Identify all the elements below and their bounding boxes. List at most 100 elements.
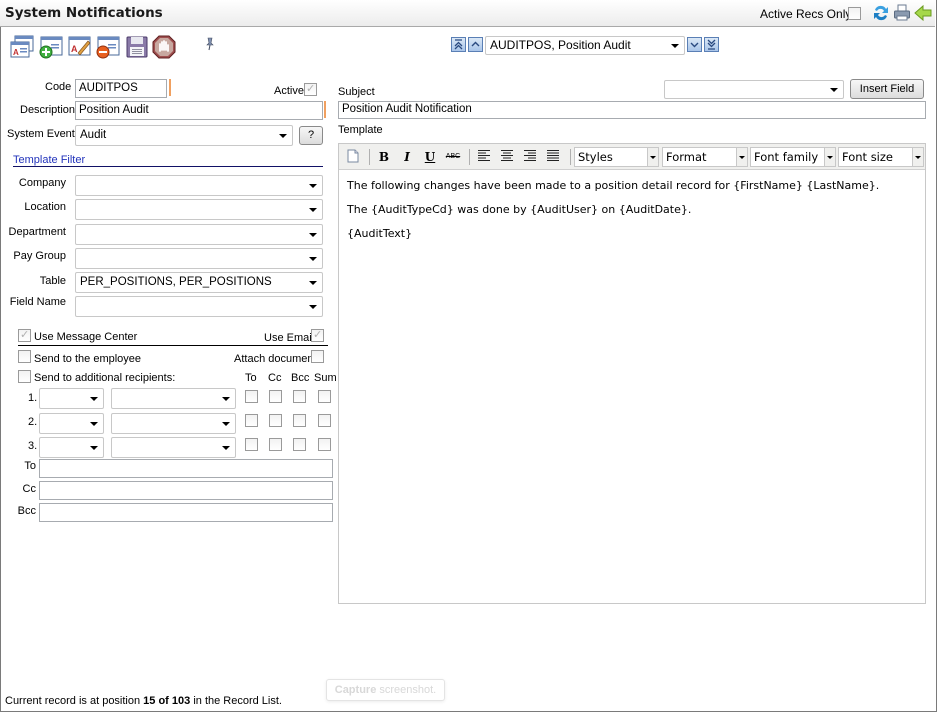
pin-icon[interactable] — [204, 37, 216, 54]
chevron-down-icon — [736, 148, 747, 166]
recipient-type-select[interactable] — [39, 413, 104, 434]
italic-icon[interactable]: I — [398, 149, 416, 165]
recipient-cc-checkbox[interactable] — [269, 414, 282, 427]
editor-content[interactable]: The following changes have been made to … — [347, 179, 917, 251]
capture-screenshot-button[interactable]: Capture screenshot. — [326, 679, 445, 701]
record-position-status: Current record is at position 15 of 103 … — [5, 695, 282, 707]
recipient-to-checkbox[interactable] — [245, 438, 258, 451]
use-message-center-label: Use Message Center — [34, 331, 138, 343]
next-record-button[interactable] — [687, 37, 702, 52]
recipient-value-select[interactable] — [111, 413, 236, 434]
chevron-down-icon — [309, 305, 317, 309]
chevron-down-icon — [309, 233, 317, 237]
subject-input[interactable]: Position Audit Notification — [338, 101, 926, 119]
use-email-checkbox[interactable] — [311, 328, 324, 342]
pay-group-select[interactable] — [75, 248, 323, 269]
recipient-sum-checkbox[interactable] — [318, 414, 331, 427]
toolbar-separator — [570, 149, 571, 165]
recipient-value-select[interactable] — [111, 388, 236, 409]
recipient-type-select[interactable] — [39, 437, 104, 458]
chevron-down-icon — [90, 397, 98, 401]
recipient-bcc-checkbox[interactable] — [293, 414, 306, 427]
send-to-additional-checkbox[interactable] — [18, 370, 31, 383]
refresh-icon[interactable] — [872, 4, 890, 25]
description-input[interactable]: Position Audit — [75, 101, 323, 120]
print-icon[interactable] — [893, 4, 911, 25]
status-prefix: Current record is at position — [5, 695, 144, 707]
font-size-value: Font size — [842, 150, 893, 164]
template-editor: B I U ABC Styles Format Font family Font… — [338, 143, 926, 604]
recipient-to-checkbox[interactable] — [245, 414, 258, 427]
location-select[interactable] — [75, 199, 323, 220]
recipient-sum-checkbox[interactable] — [318, 438, 331, 451]
insert-field-select[interactable] — [664, 80, 844, 99]
stop-icon[interactable] — [152, 35, 176, 62]
recipient-cc-checkbox[interactable] — [269, 390, 282, 403]
chevron-down-icon — [90, 422, 98, 426]
recipient-bcc-checkbox[interactable] — [293, 438, 306, 451]
code-input[interactable]: AUDITPOS — [75, 79, 167, 98]
system-event-help-button[interactable]: ? — [299, 126, 323, 145]
chevron-down-icon — [222, 397, 230, 401]
editor-toolbar: B I U ABC Styles Format Font family Font… — [339, 144, 925, 170]
toolbar-separator — [369, 149, 370, 165]
delete-record-icon[interactable] — [95, 35, 121, 62]
cc-input[interactable] — [39, 481, 333, 500]
department-select[interactable] — [75, 224, 323, 245]
send-to-employee-label: Send to the employee — [34, 353, 142, 365]
column-header-to: To — [245, 372, 257, 384]
font-family-select[interactable]: Font family — [750, 147, 836, 167]
font-size-select[interactable]: Font size — [838, 147, 924, 167]
active-recs-only-checkbox[interactable] — [848, 7, 861, 20]
recipient-bcc-checkbox[interactable] — [293, 390, 306, 403]
recipient-index: 1. — [28, 392, 38, 404]
recipient-cc-checkbox[interactable] — [269, 438, 282, 451]
add-record-icon[interactable] — [38, 35, 64, 62]
table-value: PER_POSITIONS, PER_POSITIONS — [80, 276, 272, 288]
align-left-icon[interactable] — [475, 149, 493, 165]
strikethrough-icon[interactable]: ABC — [444, 149, 462, 165]
last-record-icon — [707, 39, 716, 50]
recipient-type-select[interactable] — [39, 388, 104, 409]
bold-icon[interactable]: B — [375, 149, 393, 165]
back-arrow-icon[interactable] — [914, 4, 932, 25]
required-indicator — [169, 79, 171, 96]
to-input[interactable] — [39, 459, 333, 478]
new-document-icon[interactable] — [344, 149, 362, 165]
record-selector[interactable]: AUDITPOS, Position Audit — [485, 36, 685, 55]
previous-record-button[interactable] — [468, 37, 483, 52]
format-select[interactable]: Format — [662, 147, 748, 167]
attach-documents-checkbox[interactable] — [311, 350, 324, 363]
save-icon[interactable] — [126, 36, 148, 61]
table-select[interactable]: PER_POSITIONS, PER_POSITIONS — [75, 272, 323, 293]
company-label: Company — [18, 177, 66, 189]
insert-field-button[interactable]: Insert Field — [850, 79, 924, 99]
description-label: Description — [20, 104, 76, 116]
align-right-icon[interactable] — [521, 149, 539, 165]
system-event-select[interactable]: Audit — [75, 125, 293, 146]
align-center-icon[interactable] — [498, 149, 516, 165]
list-records-icon[interactable]: A — [10, 35, 36, 62]
code-label: Code — [45, 81, 72, 93]
edit-record-icon[interactable]: A — [67, 35, 93, 62]
bcc-input[interactable] — [39, 503, 333, 522]
template-filter-title: Template Filter — [13, 154, 86, 166]
company-select[interactable] — [75, 175, 323, 196]
recipient-value-select[interactable] — [111, 437, 236, 458]
editor-paragraph: The {AuditTypeCd} was done by {AuditUser… — [347, 203, 692, 216]
chevron-down-icon — [647, 148, 658, 166]
last-record-button[interactable] — [704, 37, 719, 52]
underline-icon[interactable]: U — [421, 149, 439, 165]
first-record-button[interactable] — [451, 37, 466, 52]
recipient-sum-checkbox[interactable] — [318, 390, 331, 403]
align-justify-icon[interactable] — [544, 149, 562, 165]
chevron-down-icon — [90, 446, 98, 450]
active-checkbox[interactable] — [304, 82, 317, 96]
system-event-value: Audit — [80, 129, 107, 141]
page-title: System Notifications — [5, 5, 163, 21]
send-to-employee-checkbox[interactable] — [18, 350, 31, 363]
recipient-to-checkbox[interactable] — [245, 390, 258, 403]
styles-select[interactable]: Styles — [574, 147, 659, 167]
use-message-center-checkbox[interactable] — [18, 328, 31, 342]
field-name-select[interactable] — [75, 296, 323, 317]
